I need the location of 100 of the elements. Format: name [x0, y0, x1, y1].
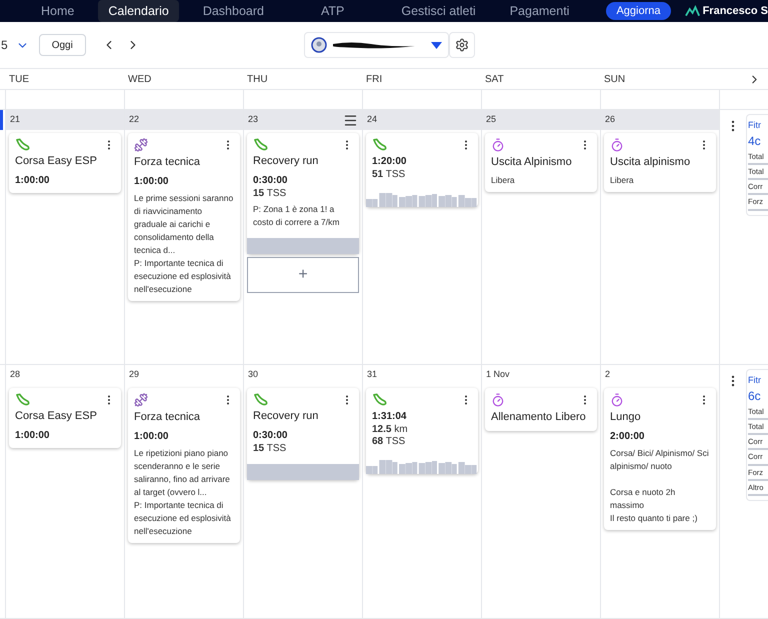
date-number: 29 [129, 368, 140, 382]
date-number: 26 [605, 113, 616, 126]
summary-progress-track [748, 418, 768, 420]
weekday-header: FRI [365, 72, 384, 86]
workout-duration: 1:20:00 [372, 155, 408, 169]
workout-title: Forza tecnica [134, 410, 202, 425]
menu-icon[interactable] [343, 112, 358, 128]
running-shoe-icon [253, 138, 268, 151]
summary-progress-track [748, 478, 768, 481]
workout-duration: 1:00:00 [15, 428, 50, 442]
workout-note: P: Zona 1 è zona 1! a costo di correre a 7/km [253, 202, 340, 228]
workout-duration: 0:30:00 [253, 428, 288, 442]
nav-tab[interactable]: Gestisci atleti [391, 0, 486, 22]
workout-note: Le prime sessioni saranno di riavvicinamento graduale ai carichi e consolidamento della tecnica d... [134, 192, 234, 256]
nav-tab[interactable]: Pagamenti [500, 0, 580, 22]
workout-card[interactable]: Recovery run 0:30:00 15 TSS [247, 388, 359, 480]
workout-note: Libera [491, 174, 516, 186]
workout-card[interactable]: 1:20:00 51 TSS [366, 133, 478, 207]
running-shoe-icon [15, 138, 30, 151]
summary-progress-track [748, 162, 768, 165]
dropdown-triangle-icon [430, 42, 442, 48]
summary-value: 4c [748, 132, 762, 150]
today-button[interactable]: Oggi [38, 34, 86, 56]
running-shoe-icon [253, 393, 268, 406]
workout-title: Recovery run [253, 154, 320, 169]
add-workout-button[interactable]: + [247, 256, 359, 292]
workout-card[interactable]: Forza tecnica 1:00:00 Le ripetizioni piano piano scenderanno e le serie saliranno, fino ad arrivare al target (ovvero l... P: Importante tecnica di esecuzione ed esplosività nell'esecuzione [128, 388, 240, 542]
nav-tab[interactable]: Dashboard [192, 0, 274, 22]
nav-tab[interactable]: Calendario [98, 0, 179, 22]
stopwatch-icon [491, 393, 505, 407]
nav-tab[interactable]: ATP [310, 0, 354, 22]
avatar-icon [310, 37, 327, 53]
workout-title: Corsa Easy ESP [15, 409, 98, 424]
date-number: 24 [367, 113, 378, 126]
workout-title: Uscita alpinismo [610, 155, 692, 170]
workout-metric: 12.5 km [372, 424, 409, 436]
workout-card[interactable]: Corsa Easy ESP 1:00:00 [9, 388, 121, 448]
user-name[interactable]: Francesco S [702, 2, 768, 20]
weekday-header: TUE [8, 72, 30, 86]
nav-tab[interactable]: Home [31, 0, 84, 22]
workout-title: Lungo [610, 410, 642, 425]
weekday-header: SAT [484, 72, 505, 86]
settings-button[interactable] [448, 32, 475, 58]
weekday-header: WED [127, 72, 152, 86]
date-number: 30 [248, 368, 258, 382]
summary-value: 6c [748, 388, 762, 404]
weekday-header: SUN [603, 72, 626, 86]
workout-title: Uscita Alpinismo [491, 155, 573, 170]
workout-card[interactable]: 1:31:04 12.5 km 68 TSS [366, 388, 478, 474]
date-number: 21 [10, 113, 20, 126]
workout-metric: 68 TSS [372, 436, 406, 448]
stopwatch-icon [491, 138, 505, 152]
running-shoe-icon [15, 393, 30, 406]
workout-title: Recovery run [253, 409, 320, 424]
running-shoe-icon [372, 138, 387, 151]
settings-icon [454, 38, 469, 52]
date-range-text: 5 [1, 37, 8, 54]
workout-duration: 1:31:04 [372, 410, 408, 424]
stopwatch-icon [610, 138, 624, 152]
dumbbell-icon [134, 393, 148, 407]
workout-card[interactable]: Uscita Alpinismo Libera [485, 133, 597, 192]
workout-card[interactable]: Corsa Easy ESP 1:00:00 [9, 133, 121, 192]
workout-metric: 15 TSS [253, 188, 288, 200]
workout-note: Le ripetizioni piano piano scenderanno e le serie saliranno, fino ad arrivare al target (ovvero l... [134, 446, 231, 498]
workout-title: Forza tecnica [134, 155, 202, 170]
date-number: 25 [486, 113, 496, 126]
date-number: 23 [248, 113, 258, 126]
running-shoe-icon [372, 393, 387, 406]
workout-card[interactable]: Recovery run 0:30:00 15 TSS P: Zona 1 è zona 1! a costo di correre a 7/km [247, 133, 359, 254]
summary-title: Fitr [748, 374, 762, 387]
date-number: 22 [129, 113, 140, 126]
workout-note: Corsa e nuoto 2h massimo [610, 486, 676, 512]
workout-title: Corsa Easy ESP [15, 154, 98, 169]
workout-note: P: Importante tecnica di esecuzione ed esplosività nell'esecuzione [134, 256, 232, 296]
workout-note: Libera [610, 174, 635, 186]
workout-duration: 1:00:00 [134, 430, 170, 444]
athlete-selector[interactable] [304, 32, 449, 58]
weekday-header: THU [246, 72, 269, 86]
mountain-logo-icon [684, 4, 700, 18]
date-number: 2 [605, 368, 610, 382]
summary-progress-track [748, 448, 768, 450]
workout-metric: 51 TSS [372, 169, 406, 181]
workout-card[interactable]: Allenamento Libero [485, 388, 597, 430]
workout-duration: 1:00:00 [15, 174, 50, 188]
workout-card[interactable]: Lungo 2:00:00 Corsa/ Bici/ Alpinismo/ Sci alpinismo/ nuoto Corsa e nuoto 2h massimo Il resto quanto ti pare ;) [604, 388, 716, 530]
date-number: 28 [10, 368, 20, 382]
workout-card[interactable]: Forza tecnica 1:00:00 Le prime sessioni saranno di riavvicinamento graduale ai carichi e consolidamento della tecnica d... P: Importante tecnica di esecuzione ed esplosività nell'esecuzione [128, 133, 240, 300]
workout-metric: 15 TSS [253, 442, 288, 454]
update-button[interactable]: Aggiorna [606, 2, 671, 20]
workout-duration: 2:00:00 [610, 430, 646, 444]
workout-note: P: Importante tecnica di esecuzione ed esplosività nell'esecuzione [134, 498, 232, 538]
summary-progress-track [748, 193, 768, 196]
workout-duration: 1:00:00 [134, 174, 170, 188]
workout-card[interactable]: Uscita alpinismo Libera [604, 133, 716, 192]
workout-duration: 0:30:00 [253, 174, 288, 188]
date-number: 1 Nov [486, 368, 510, 382]
workout-title: Allenamento Libero [491, 410, 587, 425]
date-number: 31 [367, 368, 378, 382]
dumbbell-icon [134, 138, 148, 152]
workout-note: Il resto quanto ti pare ;) [610, 512, 698, 524]
